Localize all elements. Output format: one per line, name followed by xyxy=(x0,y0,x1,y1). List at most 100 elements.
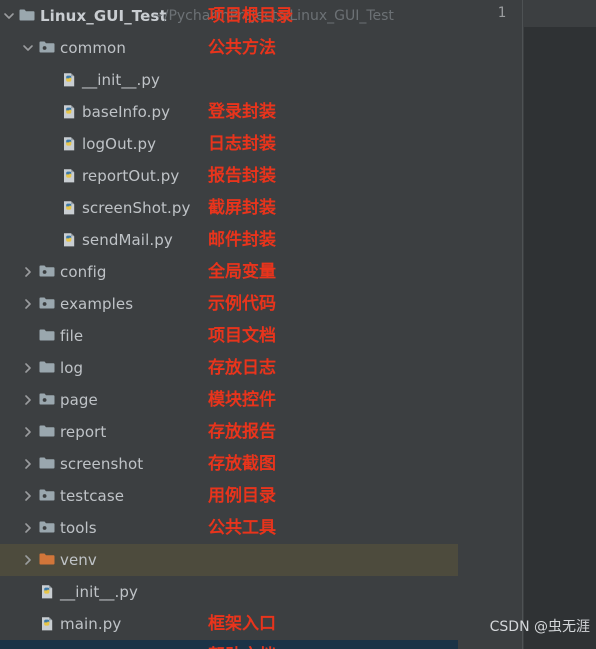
folder-icon xyxy=(38,416,56,448)
folder-package-icon xyxy=(38,32,56,64)
chevron-down-icon[interactable] xyxy=(21,32,35,64)
chevron-right-icon[interactable] xyxy=(21,512,35,544)
annotation-label: 日志封装 xyxy=(208,134,276,154)
tree-row-log[interactable]: log 存放日志 xyxy=(0,352,458,384)
python-file-icon xyxy=(60,64,78,96)
annotation-label: 公共方法 xyxy=(208,38,276,58)
tree-row-init-py[interactable]: __init__.py xyxy=(0,576,458,608)
tree-item-label: report xyxy=(60,423,107,441)
tree-row-examples[interactable]: examples 示例代码 xyxy=(0,288,458,320)
tree-item-label: config xyxy=(60,263,107,281)
python-file-icon xyxy=(38,576,56,608)
tree-item-label: file xyxy=(60,327,84,345)
annotation-label: 用例目录 xyxy=(208,486,276,506)
tree-item-label: log xyxy=(60,359,84,377)
tree-item-label: sendMail.py xyxy=(82,231,173,249)
tree-row-testcase[interactable]: testcase 用例目录 xyxy=(0,480,458,512)
annotation-label: 项目根目录 xyxy=(208,6,293,26)
tree-item-label: main.py xyxy=(60,615,122,633)
tree-row-readme-md[interactable]: MD README.md 帮助文档 xyxy=(0,640,458,649)
tree-row-config[interactable]: config 全局变量 xyxy=(0,256,458,288)
editor-gutter[interactable]: 1 xyxy=(458,0,523,649)
tree-item-label: logOut.py xyxy=(82,135,157,153)
tree-row-screenshot-py[interactable]: screenShot.py 截屏封装 xyxy=(0,192,458,224)
annotation-label: 项目文档 xyxy=(208,326,276,346)
chevron-right-icon[interactable] xyxy=(21,416,35,448)
tree-item-label: examples xyxy=(60,295,134,313)
pycharm-window: Linux_GUI_Test ~/PycharmProjects/Linux_G… xyxy=(0,0,596,649)
annotation-label: 模块控件 xyxy=(208,390,276,410)
tree-row-init-py[interactable]: __init__.py xyxy=(0,64,458,96)
python-file-icon xyxy=(60,192,78,224)
tree-item-label: common xyxy=(60,39,126,57)
tree-row-common[interactable]: common 公共方法 xyxy=(0,32,458,64)
tree-row-venv[interactable]: venv xyxy=(0,544,458,576)
tree-rows-container: common 公共方法 __init__.py baseInfo.py 登录封装 logO… xyxy=(0,32,458,649)
chevron-right-icon[interactable] xyxy=(21,288,35,320)
annotation-label: 公共工具 xyxy=(208,518,276,538)
folder-orange-icon xyxy=(38,544,56,576)
annotation-label: 登录封装 xyxy=(208,102,276,122)
annotation-label: 邮件封装 xyxy=(208,230,276,250)
tree-row-screenshot[interactable]: screenshot 存放截图 xyxy=(0,448,458,480)
python-file-icon xyxy=(60,128,78,160)
folder-package-icon xyxy=(38,256,56,288)
editor-area[interactable] xyxy=(524,0,596,649)
annotation-label: 存放报告 xyxy=(208,422,276,442)
folder-package-icon xyxy=(38,384,56,416)
tree-row-main-py[interactable]: main.py 框架入口 xyxy=(0,608,458,640)
markdown-file-icon: MD xyxy=(38,640,56,649)
folder-icon xyxy=(38,448,56,480)
annotation-label: 框架入口 xyxy=(208,614,276,634)
tree-row-root[interactable]: Linux_GUI_Test ~/PycharmProjects/Linux_G… xyxy=(0,0,458,32)
python-file-icon xyxy=(60,160,78,192)
tree-row-sendmail-py[interactable]: sendMail.py 邮件封装 xyxy=(0,224,458,256)
python-file-icon xyxy=(60,224,78,256)
tree-row-page[interactable]: page 模块控件 xyxy=(0,384,458,416)
chevron-right-icon[interactable] xyxy=(21,544,35,576)
python-file-icon xyxy=(38,608,56,640)
folder-package-icon xyxy=(38,288,56,320)
chevron-right-icon[interactable] xyxy=(21,480,35,512)
tree-row-tools[interactable]: tools 公共工具 xyxy=(0,512,458,544)
tree-row-logout-py[interactable]: logOut.py 日志封装 xyxy=(0,128,458,160)
chevron-right-icon[interactable] xyxy=(21,384,35,416)
chevron-down-icon[interactable] xyxy=(2,0,16,32)
annotation-label: 截屏封装 xyxy=(208,198,276,218)
tree-item-label: tools xyxy=(60,519,97,537)
folder-package-icon xyxy=(38,512,56,544)
tree-item-label: __init__.py xyxy=(60,583,138,601)
editor-tab-strip[interactable] xyxy=(524,0,596,27)
chevron-right-icon[interactable] xyxy=(21,352,35,384)
tree-item-label: testcase xyxy=(60,487,125,505)
tree-item-label: baseInfo.py xyxy=(82,103,171,121)
annotation-label: 存放日志 xyxy=(208,358,276,378)
tree-item-label: venv xyxy=(60,551,97,569)
annotation-label: 全局变量 xyxy=(208,262,276,282)
folder-icon xyxy=(38,352,56,384)
tree-root-label: Linux_GUI_Test xyxy=(40,7,167,25)
tree-item-label: page xyxy=(60,391,98,409)
folder-icon xyxy=(38,320,56,352)
tree-item-label: __init__.py xyxy=(82,71,160,89)
tree-row-report[interactable]: report 存放报告 xyxy=(0,416,458,448)
tree-row-file[interactable]: file 项目文档 xyxy=(0,320,458,352)
tree-row-baseinfo-py[interactable]: baseInfo.py 登录封装 xyxy=(0,96,458,128)
annotation-label: 存放截图 xyxy=(208,454,276,474)
tree-item-label: screenshot xyxy=(60,455,144,473)
chevron-right-icon[interactable] xyxy=(21,448,35,480)
tree-item-label: screenShot.py xyxy=(82,199,191,217)
chevron-right-icon[interactable] xyxy=(21,256,35,288)
python-file-icon xyxy=(60,96,78,128)
annotation-label: 示例代码 xyxy=(208,294,276,314)
folder-icon xyxy=(18,0,36,32)
tree-item-label: reportOut.py xyxy=(82,167,180,185)
watermark-label: CSDN @虫无涯 xyxy=(489,619,590,635)
tree-row-reportout-py[interactable]: reportOut.py 报告封装 xyxy=(0,160,458,192)
folder-package-icon xyxy=(38,480,56,512)
project-tree-panel[interactable]: Linux_GUI_Test ~/PycharmProjects/Linux_G… xyxy=(0,0,458,649)
line-number: 1 xyxy=(497,5,506,21)
tree-item-label: README.md xyxy=(60,640,154,649)
annotation-label: 帮助文档 xyxy=(208,640,276,649)
annotation-label: 报告封装 xyxy=(208,166,276,186)
